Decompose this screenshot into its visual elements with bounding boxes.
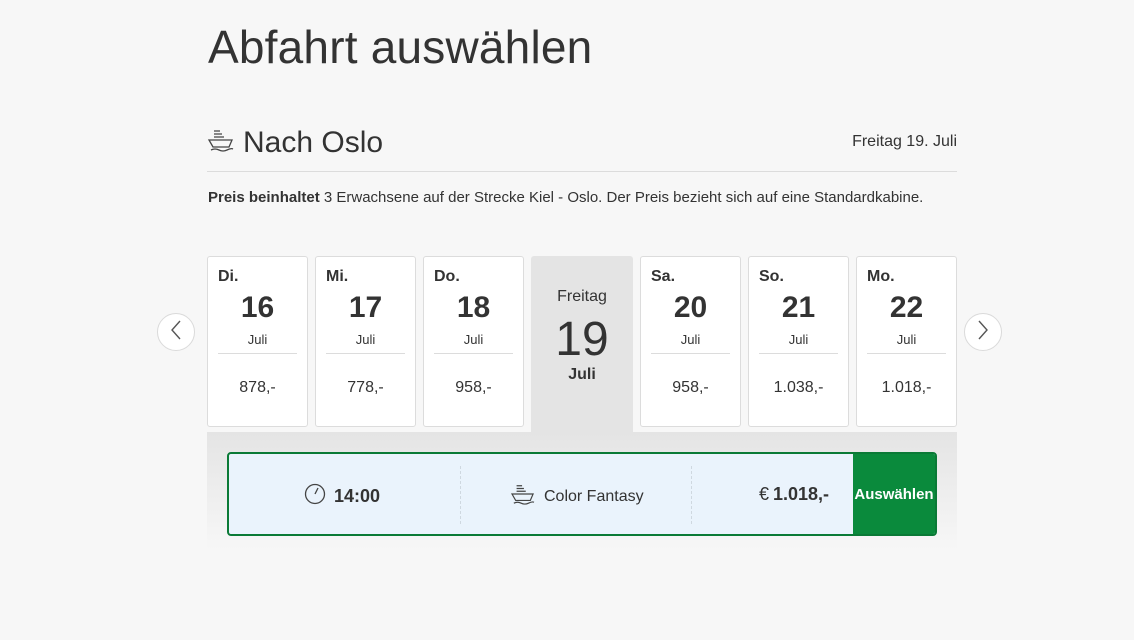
day-of-week: Freitag: [557, 288, 607, 305]
divider: [434, 353, 513, 354]
day-card-16[interactable]: Di. 16 Juli 878,-: [207, 256, 308, 427]
day-price: 778,-: [347, 379, 384, 396]
day-month: Juli: [788, 332, 809, 347]
prev-days-button[interactable]: [157, 313, 195, 351]
price-info-label: Preis beinhaltet: [208, 189, 320, 206]
day-number: 22: [889, 291, 924, 324]
departure-option[interactable]: 14:00 Color Fantasy €1.018,- Auswählen: [227, 452, 937, 536]
price-info-text: 3 Erwachsene auf der Strecke Kiel - Oslo…: [319, 189, 924, 206]
day-card-22[interactable]: Mo. 22 Juli 1.018,-: [856, 256, 957, 427]
divider: [460, 466, 461, 524]
divider: [218, 353, 297, 354]
next-days-button[interactable]: [964, 313, 1002, 351]
divider: [651, 353, 730, 354]
departure-time-text: 14:00: [334, 486, 381, 506]
day-number: 20: [673, 291, 708, 324]
divider: [326, 353, 405, 354]
day-number: 21: [781, 291, 816, 324]
day-card-21[interactable]: So. 21 Juli 1.038,-: [748, 256, 849, 427]
divider: [867, 353, 946, 354]
day-month: Juli: [896, 332, 917, 347]
day-price: 1.038,-: [773, 379, 824, 396]
day-month: Juli: [463, 332, 484, 347]
page: Abfahrt auswählen Nach Oslo Freitag 19. …: [0, 0, 1134, 640]
day-month: Juli: [568, 366, 596, 383]
day-of-week: Mi.: [326, 268, 349, 285]
select-button[interactable]: Auswählen: [853, 454, 935, 534]
departure-price: €1.018,-: [759, 484, 829, 505]
ship-icon: [207, 128, 235, 152]
day-month: Juli: [247, 332, 268, 347]
day-card-18[interactable]: Do. 18 Juli 958,-: [423, 256, 524, 427]
day-price: 1.018,-: [881, 379, 932, 396]
chevron-left-icon: [170, 320, 182, 345]
day-number: 16: [240, 291, 275, 324]
ship-icon: [510, 483, 536, 510]
route-header: Nach Oslo Freitag 19. Juli: [207, 124, 957, 172]
currency: €: [759, 484, 770, 504]
day-of-week: So.: [759, 268, 784, 285]
day-month: Juli: [355, 332, 376, 347]
route-title: Nach Oslo: [243, 126, 384, 159]
day-of-week: Sa.: [651, 268, 676, 285]
price-amount: 1.018,-: [773, 484, 830, 504]
day-price: 958,-: [672, 379, 709, 396]
day-price: 878,-: [239, 379, 276, 396]
day-card-17[interactable]: Mi. 17 Juli 778,-: [315, 256, 416, 427]
day-of-week: Mo.: [867, 268, 895, 285]
day-month: Juli: [680, 332, 701, 347]
day-of-week: Di.: [218, 268, 239, 285]
divider: [759, 353, 838, 354]
day-number: 17: [348, 291, 383, 324]
day-number: 19: [555, 313, 609, 366]
day-price: 958,-: [455, 379, 492, 396]
route-date: Freitag 19. Juli: [852, 133, 957, 150]
day-card-20[interactable]: Sa. 20 Juli 958,-: [640, 256, 741, 427]
page-title: Abfahrt auswählen: [208, 21, 593, 73]
day-of-week: Do.: [434, 268, 460, 285]
day-number: 18: [456, 291, 491, 324]
day-card-selected[interactable]: Freitag 19 Juli: [531, 256, 633, 434]
departure-time: 14:00: [304, 483, 380, 510]
price-info: Preis beinhaltet 3 Erwachsene auf der St…: [208, 188, 928, 207]
clock-icon: [304, 483, 326, 510]
ship-name: Color Fantasy: [510, 483, 644, 510]
divider: [691, 466, 692, 524]
chevron-right-icon: [977, 320, 989, 345]
ship-name-text: Color Fantasy: [544, 487, 644, 505]
